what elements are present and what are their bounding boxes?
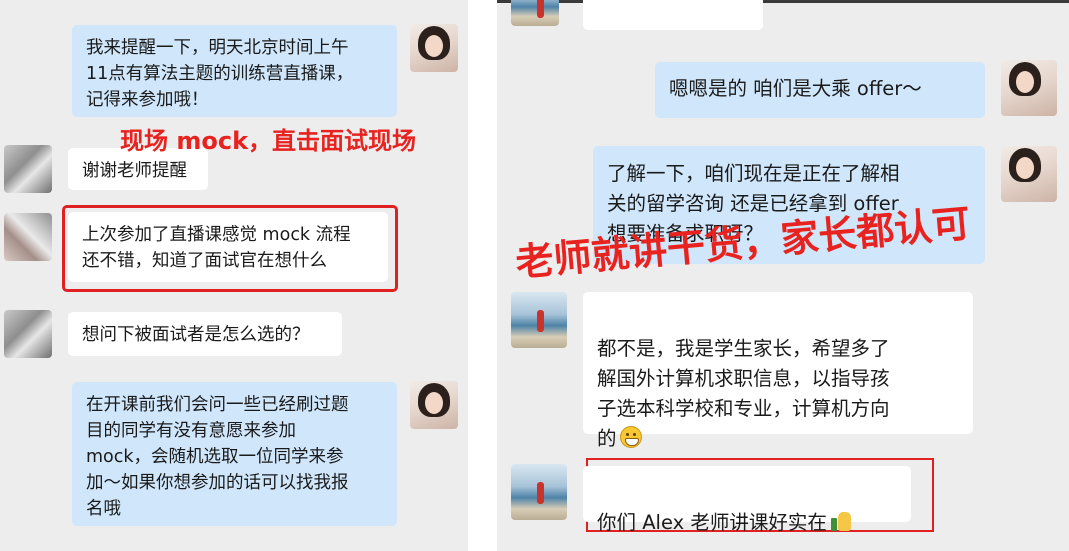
chat-panel-right: 嗯嗯是的 咱们是大乘 offer～ 了解一下，咱们现在是正在了解相 关的留学咨询…: [497, 0, 1069, 551]
message-bubble-offer[interactable]: 嗯嗯是的 咱们是大乘 offer～: [655, 62, 985, 118]
chat-panel-left: 我来提醒一下，明天北京时间上午 11点有算法主题的训练营直播课， 记得来参加哦！…: [0, 0, 468, 551]
message-bubble-teacher-answer[interactable]: 在开课前我们会问一些已经刷过题 目的同学有没有意愿来参加 mock，会随机选取一…: [72, 382, 397, 526]
message-bubble-praise[interactable]: 你们 Alex 老师讲课好实在: [583, 466, 911, 534]
teacher-avatar[interactable]: [1001, 60, 1057, 116]
grinning-face-emoji: [619, 426, 642, 448]
message-bubble-teacher-reminder[interactable]: 我来提醒一下，明天北京时间上午 11点有算法主题的训练营直播课， 记得来参加哦！: [72, 25, 397, 117]
overlay-caption: 现场 mock，直击面试现场: [120, 127, 417, 155]
parent-avatar[interactable]: [511, 464, 567, 520]
student-avatar[interactable]: [4, 145, 52, 193]
parent-avatar[interactable]: [511, 292, 567, 348]
student-avatar[interactable]: [4, 310, 52, 358]
thumbs-up-emoji: [829, 508, 853, 532]
message-bubble-partial[interactable]: [583, 0, 763, 30]
message-text: 你们 Alex 老师讲课好实在: [597, 511, 827, 534]
teacher-avatar[interactable]: [410, 381, 458, 429]
parent-avatar[interactable]: [511, 0, 559, 26]
message-bubble-question[interactable]: 想问下被面试者是怎么选的？: [68, 312, 342, 356]
message-bubble-parent[interactable]: 都不是，我是学生家长，希望多了 解国外计算机求职信息，以指导孩 子选本科学校和专…: [583, 292, 973, 450]
student-avatar[interactable]: [4, 213, 52, 261]
teacher-avatar[interactable]: [410, 24, 458, 72]
teacher-avatar[interactable]: [1001, 146, 1057, 202]
message-bubble-mock-feedback[interactable]: 上次参加了直播课感觉 mock 流程 还不错，知道了面试官在想什么: [68, 212, 388, 282]
